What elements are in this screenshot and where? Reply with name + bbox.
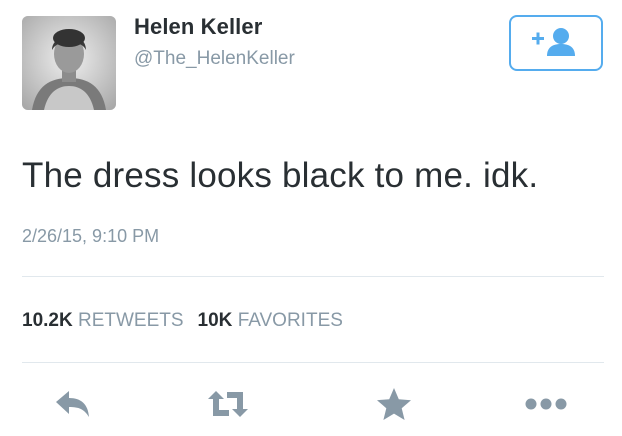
reply-button[interactable] [50,384,94,428]
star-icon [376,387,412,426]
retweets-stat[interactable]: 10.2K RETWEETS [22,310,184,331]
divider [22,276,604,277]
user-handle[interactable]: @The_HelenKeller [134,48,295,70]
reply-icon [52,388,92,425]
display-name[interactable]: Helen Keller [134,14,262,40]
more-button[interactable] [524,384,568,428]
action-bar [0,384,622,428]
favorites-stat[interactable]: 10K FAVORITES [198,310,343,331]
tweet-timestamp[interactable]: 2/26/15, 9:10 PM [22,226,159,247]
retweets-label: RETWEETS [77,310,184,331]
avatar[interactable] [22,16,116,110]
more-icon [524,397,568,416]
retweet-icon [207,389,249,424]
retweets-count: 10.2K [22,310,73,331]
favorites-count: 10K [197,310,233,331]
retweet-button[interactable] [206,384,250,428]
favorites-label: FAVORITES [237,310,343,331]
add-user-icon [529,24,583,63]
follow-button[interactable] [509,15,603,71]
tweet-stats: 10.2K RETWEETS 10K FAVORITES [22,310,343,332]
divider [22,362,604,363]
tweet-text: The dress looks black to me. idk. [22,156,539,195]
favorite-button[interactable] [372,384,416,428]
